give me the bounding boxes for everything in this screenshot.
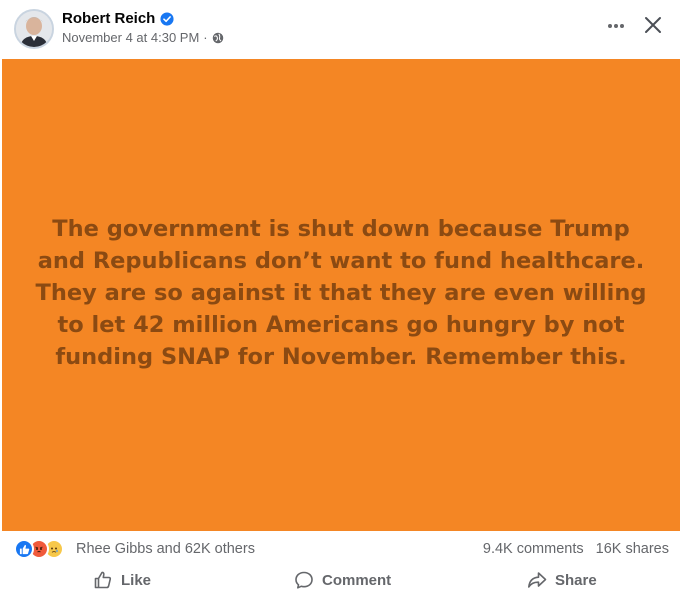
reaction-icons[interactable]	[14, 539, 64, 559]
meta-separator: ·	[203, 30, 208, 45]
more-options-button[interactable]	[600, 12, 632, 40]
share-arrow-icon	[528, 572, 547, 588]
like-reaction-icon	[14, 539, 34, 559]
comment-label: Comment	[322, 571, 392, 589]
like-label: Like	[121, 571, 152, 589]
post-background: The government is shut down because Trum…	[2, 59, 680, 531]
close-icon	[645, 17, 661, 33]
comment-bubble-icon	[295, 571, 313, 589]
more-options-icon	[608, 24, 624, 28]
author-name[interactable]: Robert Reich	[62, 10, 155, 27]
share-button[interactable]: Share	[527, 566, 597, 594]
globe-icon	[212, 32, 223, 43]
post-header: Robert Reich November 4 at 4:30 PM ·	[0, 0, 680, 58]
author-avatar[interactable]	[14, 9, 54, 49]
thumbs-up-icon	[94, 571, 112, 589]
comments-count[interactable]: 9.4K comments	[483, 541, 584, 557]
post-meta: November 4 at 4:30 PM ·	[62, 30, 224, 45]
engagement-counts: 9.4K comments 16K shares	[483, 541, 669, 557]
shares-count[interactable]: 16K shares	[596, 541, 669, 557]
post-actions: Like Comment Share	[0, 564, 680, 596]
post-timestamp[interactable]: November 4 at 4:30 PM	[62, 30, 199, 45]
like-button[interactable]: Like	[93, 566, 151, 594]
verified-badge-icon	[160, 11, 174, 26]
comment-button[interactable]: Comment	[294, 566, 391, 594]
share-label: Share	[555, 571, 597, 589]
reactors-text[interactable]: Rhee Gibbs and 62K others	[76, 541, 255, 557]
close-button[interactable]	[638, 10, 668, 40]
post-stats: Rhee Gibbs and 62K others 9.4K comments …	[0, 534, 680, 564]
post-text: The government is shut down because Trum…	[35, 216, 647, 370]
author-name-row: Robert Reich	[62, 10, 174, 27]
